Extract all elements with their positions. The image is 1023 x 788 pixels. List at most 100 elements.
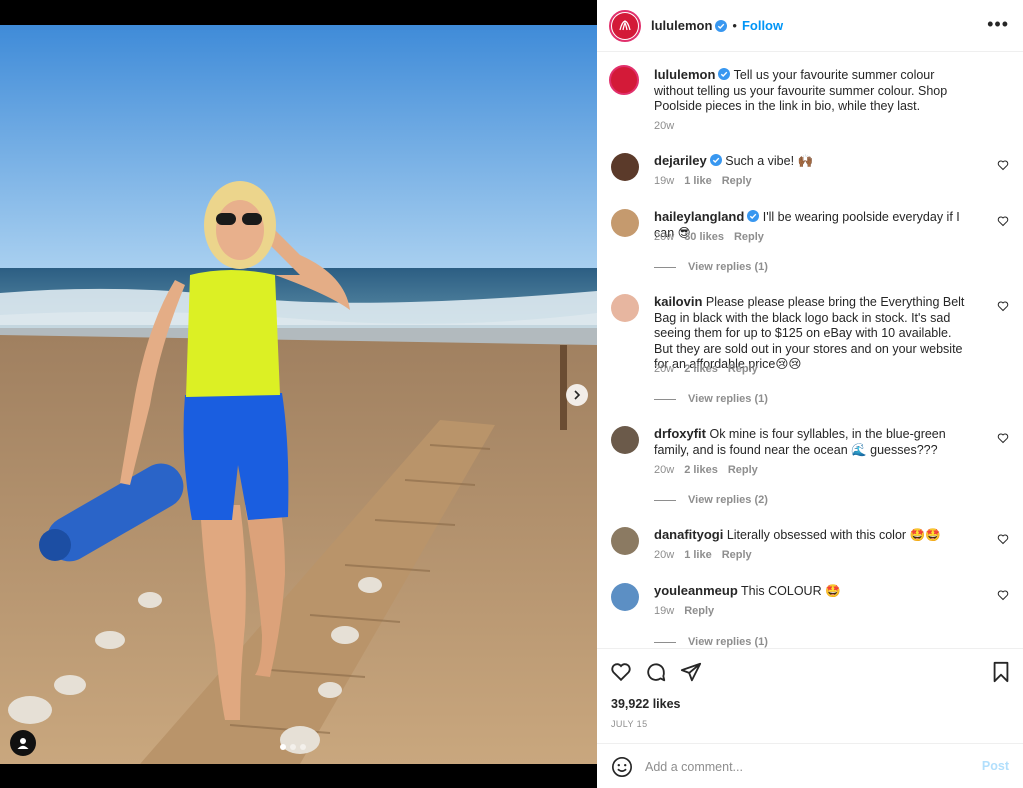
comment-meta: 19w Reply (654, 605, 714, 617)
verified-badge-icon (747, 210, 760, 222)
comment-time: 20w (654, 549, 675, 561)
view-replies-label: View replies (1) (688, 393, 768, 405)
comment-item: kailovin Please please please bring the … (609, 294, 1009, 405)
comment-likes[interactable]: 1 like (684, 549, 712, 561)
comment-input[interactable] (645, 757, 965, 777)
commenter-avatar[interactable] (611, 294, 639, 322)
post-actions: 39,922 likes JULY 15 (597, 648, 1023, 743)
carousel-dot (280, 744, 286, 750)
post-comment-button[interactable]: Post (982, 759, 1009, 773)
comment-username[interactable]: dejariley (654, 153, 707, 168)
follow-button[interactable]: Follow (742, 18, 783, 33)
comment-text-block: youleanmeup This COLOUR 🤩 (654, 583, 969, 600)
like-comment-icon[interactable] (997, 215, 1009, 227)
verified-badge-icon (715, 19, 728, 32)
comment-username[interactable]: youleanmeup (654, 583, 738, 598)
tagged-users-button[interactable] (10, 730, 36, 756)
comment-text: This COLOUR 🤩 (741, 584, 841, 598)
likes-count[interactable]: 39,922 likes (611, 697, 681, 711)
view-replies-button[interactable]: View replies (1) (654, 636, 768, 648)
heart-icon[interactable] (610, 661, 632, 683)
view-replies-label: View replies (1) (688, 636, 768, 648)
comment-item: youleanmeup This COLOUR 🤩 19w Reply View … (609, 583, 1009, 648)
comment-text-block: drfoxyfit Ok mine is four syllables, in … (654, 426, 969, 458)
next-photo-button[interactable] (566, 384, 588, 406)
author-avatar[interactable] (609, 65, 639, 95)
reply-button[interactable]: Reply (728, 363, 758, 375)
bookmark-icon[interactable] (990, 661, 1012, 683)
comment-item: haileylangland I'll be wearing poolside … (609, 209, 1009, 273)
verified-badge-icon (718, 68, 731, 80)
comment-likes[interactable]: 2 likes (684, 363, 718, 375)
comment-username[interactable]: kailovin (654, 294, 702, 309)
verified-badge-icon (709, 154, 722, 166)
reply-button[interactable]: Reply (684, 605, 714, 617)
caption-username[interactable]: lululemon (654, 67, 715, 82)
view-replies-button[interactable]: View replies (1) (654, 261, 768, 273)
carousel-indicator (280, 744, 306, 750)
reply-button[interactable]: Reply (722, 175, 752, 187)
like-comment-icon[interactable] (997, 533, 1009, 545)
view-replies-button[interactable]: View replies (1) (654, 393, 768, 405)
instagram-post-modal: lululemon • Follow ••• lululemon Tell us… (0, 0, 1023, 788)
comment-time: 20w (654, 231, 675, 243)
caption-meta: 20w (654, 120, 674, 132)
commenter-avatar[interactable] (611, 426, 639, 454)
comment-meta: 19w 1 like Reply (654, 175, 752, 187)
comment-username[interactable]: haileylangland (654, 209, 744, 224)
comment-username[interactable]: danafityogi (654, 527, 723, 542)
commenter-avatar[interactable] (611, 583, 639, 611)
emoji-icon[interactable] (611, 756, 633, 778)
share-icon[interactable] (680, 661, 702, 683)
like-comment-icon[interactable] (997, 300, 1009, 312)
lululemon-logo-icon (619, 19, 631, 30)
caption-row: lululemon Tell us your favourite summer … (609, 65, 1009, 137)
comment-likes[interactable]: 30 likes (684, 231, 724, 243)
reply-button[interactable]: Reply (734, 231, 764, 243)
like-comment-icon[interactable] (997, 589, 1009, 601)
comment-likes[interactable]: 1 like (684, 175, 712, 187)
carousel-dot (290, 744, 296, 750)
comment-time: 20w (654, 464, 675, 476)
comment-item: danafityogi Literally obsessed with this… (609, 527, 1009, 567)
add-comment-bar: Post (597, 743, 1023, 788)
post-date: JULY 15 (611, 719, 648, 729)
comment-time: 20w (654, 363, 675, 375)
post-photo[interactable] (0, 25, 597, 764)
comment-item: dejariley Such a vibe! 🙌🏾 19w 1 like Reply (609, 153, 1009, 193)
commenter-avatar[interactable] (611, 527, 639, 555)
comment-time: 19w (654, 175, 675, 187)
comment-text-block: dejariley Such a vibe! 🙌🏾 (654, 153, 969, 170)
view-replies-button[interactable]: View replies (2) (654, 494, 768, 506)
comment-username[interactable]: drfoxyfit (654, 426, 706, 441)
comment-text-block: kailovin Please please please bring the … (654, 294, 969, 373)
comment-icon[interactable] (645, 661, 667, 683)
comment-meta: 20w 2 likes Reply (654, 464, 758, 476)
like-comment-icon[interactable] (997, 432, 1009, 444)
view-replies-label: View replies (2) (688, 494, 768, 506)
like-comment-icon[interactable] (997, 159, 1009, 171)
comment-meta: 20w 2 likes Reply (654, 363, 758, 375)
caption-text-block: lululemon Tell us your favourite summer … (654, 67, 969, 115)
author-username[interactable]: lululemon (651, 18, 712, 33)
comment-text: Such a vibe! 🙌🏾 (725, 154, 814, 168)
comment-item: drfoxyfit Ok mine is four syllables, in … (609, 426, 1009, 506)
separator-dot: • (732, 18, 737, 33)
comments-list[interactable]: lululemon Tell us your favourite summer … (597, 53, 1023, 648)
post-header: lululemon • Follow ••• (597, 0, 1023, 52)
commenter-avatar[interactable] (611, 209, 639, 237)
carousel-dot (300, 744, 306, 750)
comment-text-block: danafityogi Literally obsessed with this… (654, 527, 969, 544)
comment-meta: 20w 1 like Reply (654, 549, 752, 561)
commenter-avatar[interactable] (611, 153, 639, 181)
comment-text: Literally obsessed with this color 🤩🤩 (726, 528, 941, 542)
comment-time: 19w (654, 605, 675, 617)
more-options-button[interactable]: ••• (987, 15, 1009, 33)
author-avatar[interactable] (609, 9, 641, 42)
post-media (0, 0, 597, 788)
comment-likes[interactable]: 2 likes (684, 464, 718, 476)
comment-meta: 20w 30 likes Reply (654, 231, 764, 243)
reply-button[interactable]: Reply (728, 464, 758, 476)
reply-button[interactable]: Reply (722, 549, 752, 561)
post-side-panel: lululemon • Follow ••• lululemon Tell us… (597, 0, 1023, 788)
